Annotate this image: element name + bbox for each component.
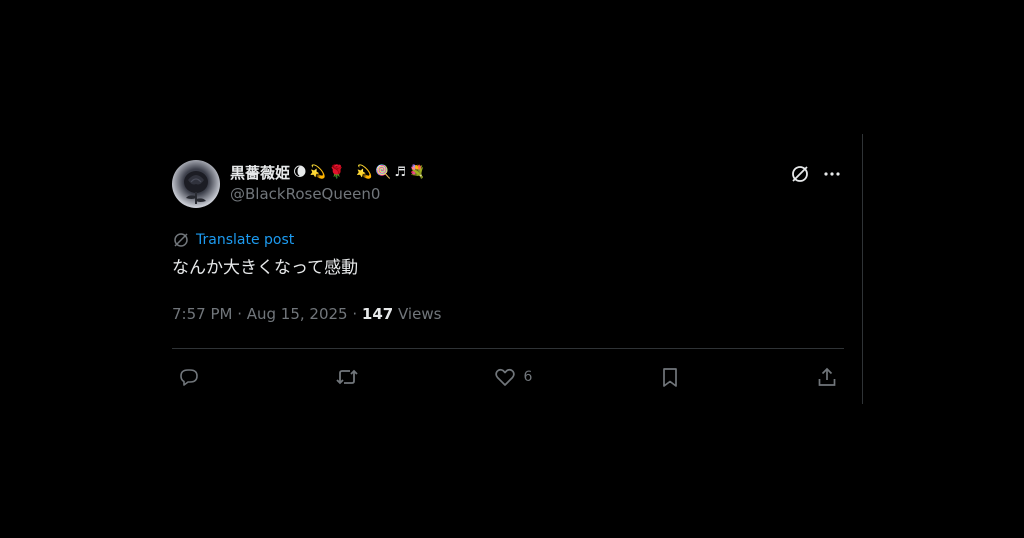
music-note-emoji-icon: ♬: [394, 165, 406, 180]
dizzy-emoji-icon: 💫: [309, 165, 326, 180]
grok-icon[interactable]: [790, 164, 810, 184]
bookmark-button[interactable]: [659, 366, 689, 388]
dizzy-emoji-icon: 💫: [355, 165, 373, 180]
post: 黒薔薇姫 🌘 💫 🌹 💫 🍭 ♬ 💐 @BlackRoseQueen0 Tran…: [172, 160, 844, 405]
repost-button[interactable]: [335, 366, 367, 388]
lollipop-emoji-icon: 🍭: [375, 165, 392, 180]
translate-post-label: Translate post: [196, 232, 295, 248]
author-display-name[interactable]: 黒薔薇姫 🌘 💫 🌹 💫 🍭 ♬ 💐: [230, 163, 425, 183]
more-options-icon[interactable]: [822, 164, 842, 184]
heart-icon: [494, 368, 515, 386]
translate-post-link[interactable]: Translate post: [172, 230, 844, 250]
post-meta: 7:57 PM · Aug 15, 2025 · 147 Views: [172, 304, 844, 324]
column-divider: [862, 134, 863, 404]
screenshot-frame: 黒薔薇姫 🌘 💫 🌹 💫 🍭 ♬ 💐 @BlackRoseQueen0 Tran…: [0, 0, 1024, 538]
author-handle[interactable]: @BlackRoseQueen0: [230, 184, 425, 204]
views-count: 147: [361, 305, 394, 323]
reply-button[interactable]: [178, 366, 208, 388]
like-count: 6: [523, 369, 533, 385]
views-label: Views: [393, 305, 442, 323]
bouquet-emoji-icon: 💐: [408, 165, 426, 180]
display-name-text: 黒薔薇姫: [230, 164, 291, 182]
post-text: なんか大きくなって感動: [172, 258, 359, 278]
share-icon: [818, 367, 836, 386]
share-button[interactable]: [816, 366, 838, 388]
post-header: 黒薔薇姫 🌘 💫 🌹 💫 🍭 ♬ 💐 @BlackRoseQueen0: [172, 160, 844, 210]
moon-emoji-icon: 🌘: [293, 165, 307, 180]
grok-icon: [174, 233, 188, 247]
avatar[interactable]: [172, 160, 220, 208]
header-actions: [790, 164, 842, 184]
bookmark-icon: [663, 368, 678, 387]
black-rose-icon: [184, 171, 208, 204]
repost-icon: [336, 369, 358, 385]
like-button[interactable]: 6: [494, 366, 533, 388]
rose-emoji-icon: 🌹: [328, 165, 345, 180]
author-names: 黒薔薇姫 🌘 💫 🌹 💫 🍭 ♬ 💐 @BlackRoseQueen0: [230, 163, 425, 204]
reply-icon: [180, 369, 198, 386]
post-actions: 6: [172, 349, 844, 405]
post-timestamp[interactable]: 7:57 PM · Aug 15, 2025 ·: [172, 305, 362, 323]
